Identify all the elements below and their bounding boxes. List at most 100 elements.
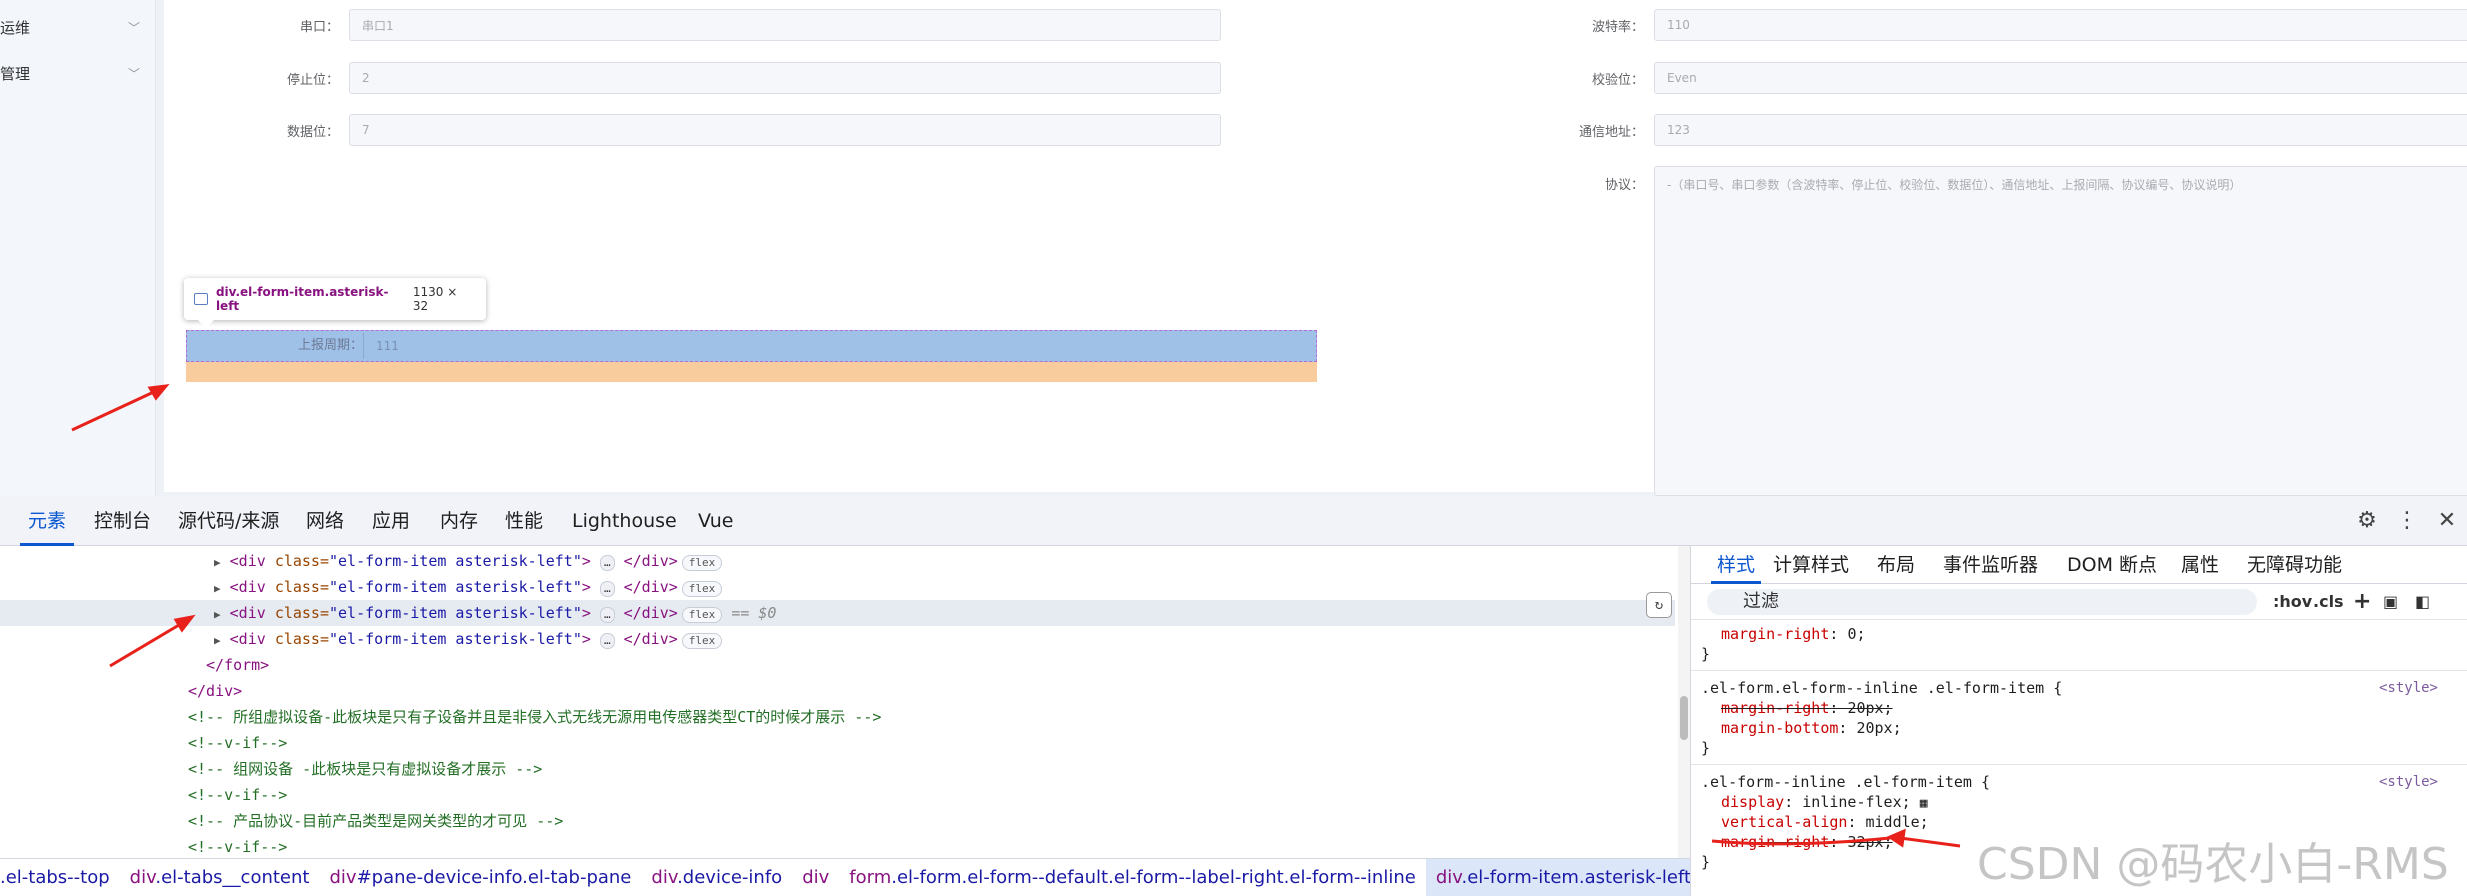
tab-layout[interactable]: 布局 [1877,546,1915,584]
form-item-comm-address: 通信地址： 123 [1469,114,2467,146]
css-declaration[interactable]: display: inline-flex; ▦ [1721,792,1928,812]
dom-comment[interactable]: <!--v-if--> [0,782,1675,808]
inspector-content-highlight: 上报周期： 111 [186,330,1317,362]
dom-node-form-item[interactable]: ▶ <div class="el-form-item asterisk-left… [0,574,1675,600]
rule-divider [1691,764,2467,765]
field-label: 数据位： [286,124,339,140]
breadcrumb-item[interactable]: div.el-tabs__content [120,859,320,896]
tab-sources[interactable]: 源代码/来源 [178,496,279,546]
tab-dom-breakpoints[interactable]: DOM 断点 [2067,546,2157,584]
report-period-input[interactable]: 111 [363,333,1236,359]
form-item-protocol: 协议： -（串口号、串口参数（含波特率、停止位、校验位、数据位）、通信地址、上报… [1469,166,2467,496]
ellipsis-badge[interactable]: … [599,633,615,649]
tab-network[interactable]: 网络 [306,496,344,546]
breadcrumb-item[interactable]: .el-tabs--top [0,859,120,896]
breadcrumb-item[interactable]: div#pane-device-info.el-tab-pane [319,859,641,896]
tab-elements[interactable]: 元素 [20,496,75,546]
more-options-icon[interactable]: ⋮ [2392,506,2422,536]
dom-comment[interactable]: <!-- 组网设备 -此板块是只有虚拟设备才展示 --> [0,756,1675,782]
scroll-into-view-icon[interactable]: ↻ [1646,592,1672,618]
dom-comment[interactable]: <!--v-if--> [0,730,1675,756]
hover-state-button[interactable]: :hov [2273,590,2312,614]
tooltip-arrow [198,320,214,328]
ellipsis-badge[interactable]: … [599,581,615,597]
css-declaration-overridden[interactable]: margin-right: 20px; [1721,698,1893,718]
breadcrumb-item[interactable]: form.el-form.el-form--default.el-form--l… [839,859,1426,896]
css-selector[interactable]: .el-form--inline .el-form-item { [1701,772,1990,792]
sidebar-item-manage[interactable]: 管理 ﹀ [0,58,140,88]
dom-node-form-close[interactable]: </form> [0,652,1675,678]
field-label: 上报周期： [297,338,363,353]
tab-application[interactable]: 应用 [372,496,410,546]
css-declaration[interactable]: margin-bottom: 20px; [1721,718,1902,738]
comm-address-input[interactable]: 123 [1654,114,2467,146]
flex-badge[interactable]: flex [681,633,723,649]
filter-input[interactable]: 过滤 [1707,589,2257,615]
data-bits-input[interactable]: 7 [349,114,1221,146]
breadcrumb-item[interactable]: div [792,859,839,896]
form-item-stop-bits: 停止位： 2 [164,62,1221,94]
stop-bits-input[interactable]: 2 [349,62,1221,94]
ellipsis-badge[interactable]: … [599,607,615,623]
tab-styles[interactable]: 样式 [1711,546,1762,584]
expand-triangle-icon[interactable]: ▶ [214,634,221,647]
style-source-link[interactable]: <style> [2379,772,2438,792]
style-source-link[interactable]: <style> [2379,678,2438,698]
watermark: CSDN @码农小白-RMS [1977,839,2449,890]
css-selector[interactable]: .el-form.el-form--inline .el-form-item { [1701,678,2062,698]
left-sidebar: 运维 ﹀ 管理 ﹀ [0,0,156,496]
tab-accessibility[interactable]: 无障碍功能 [2247,546,2342,584]
tab-event-listeners[interactable]: 事件监听器 [1943,546,2038,584]
baud-rate-input[interactable]: 110 [1654,9,2467,41]
elements-scrollbar[interactable] [1678,546,1690,858]
form-item-data-bits: 数据位： 7 [164,114,1221,146]
dom-comment[interactable]: <!-- 所组虚拟设备-此板块是只有子设备并且是非侵入式无线无源用电传感器类型C… [0,704,1675,730]
ellipsis-badge[interactable]: … [599,555,615,571]
tab-console[interactable]: 控制台 [94,496,151,546]
flex-badge[interactable]: flex [681,555,723,571]
css-declaration-overridden[interactable]: margin-right: 32px; [1721,832,1893,852]
expand-triangle-icon[interactable]: ▶ [214,582,221,595]
tab-memory[interactable]: 内存 [440,496,478,546]
dom-comment[interactable]: <!-- 产品协议-目前产品类型是网关类型的才可见 --> [0,808,1675,834]
element-box-icon [194,293,208,305]
class-toggle-button[interactable]: .cls [2313,590,2344,614]
protocol-textarea[interactable]: -（串口号、串口参数（含波特率、停止位、校验位、数据位）、通信地址、上报间隔、协… [1654,166,2467,496]
sidebar-item-ops[interactable]: 运维 ﹀ [0,12,140,42]
field-label: 通信地址： [1578,124,1644,140]
scrollbar-thumb[interactable] [1680,696,1688,740]
dom-comment[interactable]: <!--v-if--> [0,834,1675,860]
parity-input[interactable]: Even [1654,62,2467,94]
field-label: 校验位： [1591,72,1644,88]
close-icon[interactable]: ✕ [2432,506,2462,536]
paint-brush-icon[interactable]: ▣ [2383,590,2398,614]
tab-computed[interactable]: 计算样式 [1773,546,1849,584]
gear-icon[interactable]: ⚙ [2352,506,2382,536]
flexbox-editor-icon[interactable]: ▦ [1920,796,1928,811]
flex-badge[interactable]: flex [681,581,723,597]
expand-triangle-icon[interactable]: ▶ [214,608,221,621]
dom-node-div-close[interactable]: </div> [0,678,1675,704]
css-declaration[interactable]: vertical-align: middle; [1721,812,1929,832]
tab-properties[interactable]: 属性 [2181,546,2219,584]
dom-node-form-item[interactable]: ▶ <div class="el-form-item asterisk-left… [0,626,1675,652]
tab-lighthouse[interactable]: Lighthouse [572,496,677,546]
add-rule-icon[interactable]: + [2353,590,2371,614]
breadcrumb-item-active[interactable]: div.el-form-item.asterisk-left [1425,859,1690,896]
toggle-sidebar-icon[interactable]: ◧ [2415,590,2430,614]
dom-node-form-item[interactable]: ▶ <div class="el-form-item asterisk-left… [0,548,1675,574]
tab-performance[interactable]: 性能 [505,496,543,546]
elements-tree: ▶ <div class="el-form-item asterisk-left… [0,546,1690,858]
css-declaration[interactable]: margin-right: 0; [1721,624,1866,644]
sidebar-item-label: 管理 [0,64,31,83]
expand-triangle-icon[interactable]: ▶ [214,556,221,569]
chevron-down-icon: ﹀ [127,66,140,81]
form-item-parity: 校验位： Even [1469,62,2467,94]
serial-port-input[interactable]: 串口1 [349,9,1221,41]
tooltip-selector: div.el-form-item.asterisk-left [215,285,389,313]
tooltip-size: 1130 × 32 [412,285,458,313]
breadcrumb-item[interactable]: div.device-info [641,859,792,896]
tab-vue[interactable]: Vue [698,496,733,546]
dom-node-form-item-selected[interactable]: ▶ <div class="el-form-item asterisk-left… [0,600,1675,626]
flex-badge[interactable]: flex [681,607,723,623]
